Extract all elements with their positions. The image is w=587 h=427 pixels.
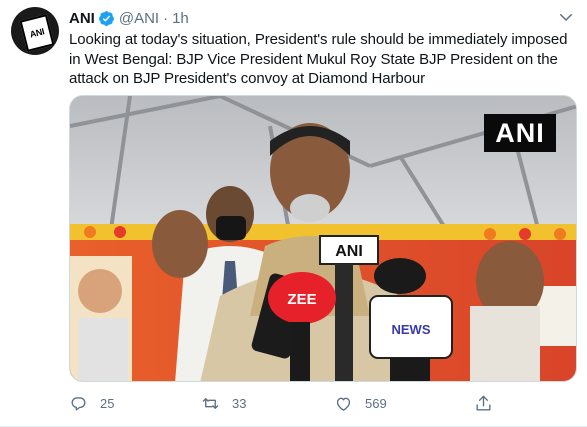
reply-count: 25	[100, 395, 115, 411]
tweet-media-image[interactable]: ANI ZEE NEWS ANI	[69, 95, 577, 382]
caret-down-icon[interactable]	[557, 8, 575, 26]
retweet-button[interactable]: 33	[201, 392, 246, 414]
ani-watermark: ANI	[484, 114, 556, 152]
mic-label-zee: ZEE	[287, 291, 316, 308]
tweet-text: Looking at today's situation, President'…	[69, 31, 568, 87]
author-handle[interactable]: @ANI	[119, 10, 159, 27]
reply-icon	[71, 396, 86, 411]
reply-button[interactable]: 25	[69, 392, 114, 414]
header-separator: ·	[163, 9, 169, 27]
verified-badge-icon	[98, 10, 114, 26]
retweet-count: 33	[232, 395, 247, 411]
author-name[interactable]: ANI	[69, 10, 95, 27]
share-button[interactable]	[474, 392, 505, 414]
mic-label-ani: ANI	[335, 243, 363, 260]
tweet-header: ANI @ANI · 1h	[69, 8, 189, 28]
tweet-card[interactable]: ANI ANI @ANI · 1h Looking at today's sit…	[0, 0, 587, 427]
ani-logo: ANI	[19, 14, 55, 52]
tweet-actions: 25 33 569	[69, 392, 581, 414]
like-count: 569	[365, 395, 387, 411]
tweet-timestamp[interactable]: 1h	[172, 10, 189, 27]
like-icon	[336, 397, 351, 411]
mic-label-news: NEWS	[392, 322, 431, 337]
like-button[interactable]: 569	[334, 392, 387, 414]
share-icon	[476, 395, 491, 411]
author-avatar[interactable]: ANI	[11, 7, 59, 55]
retweet-icon	[202, 397, 219, 409]
